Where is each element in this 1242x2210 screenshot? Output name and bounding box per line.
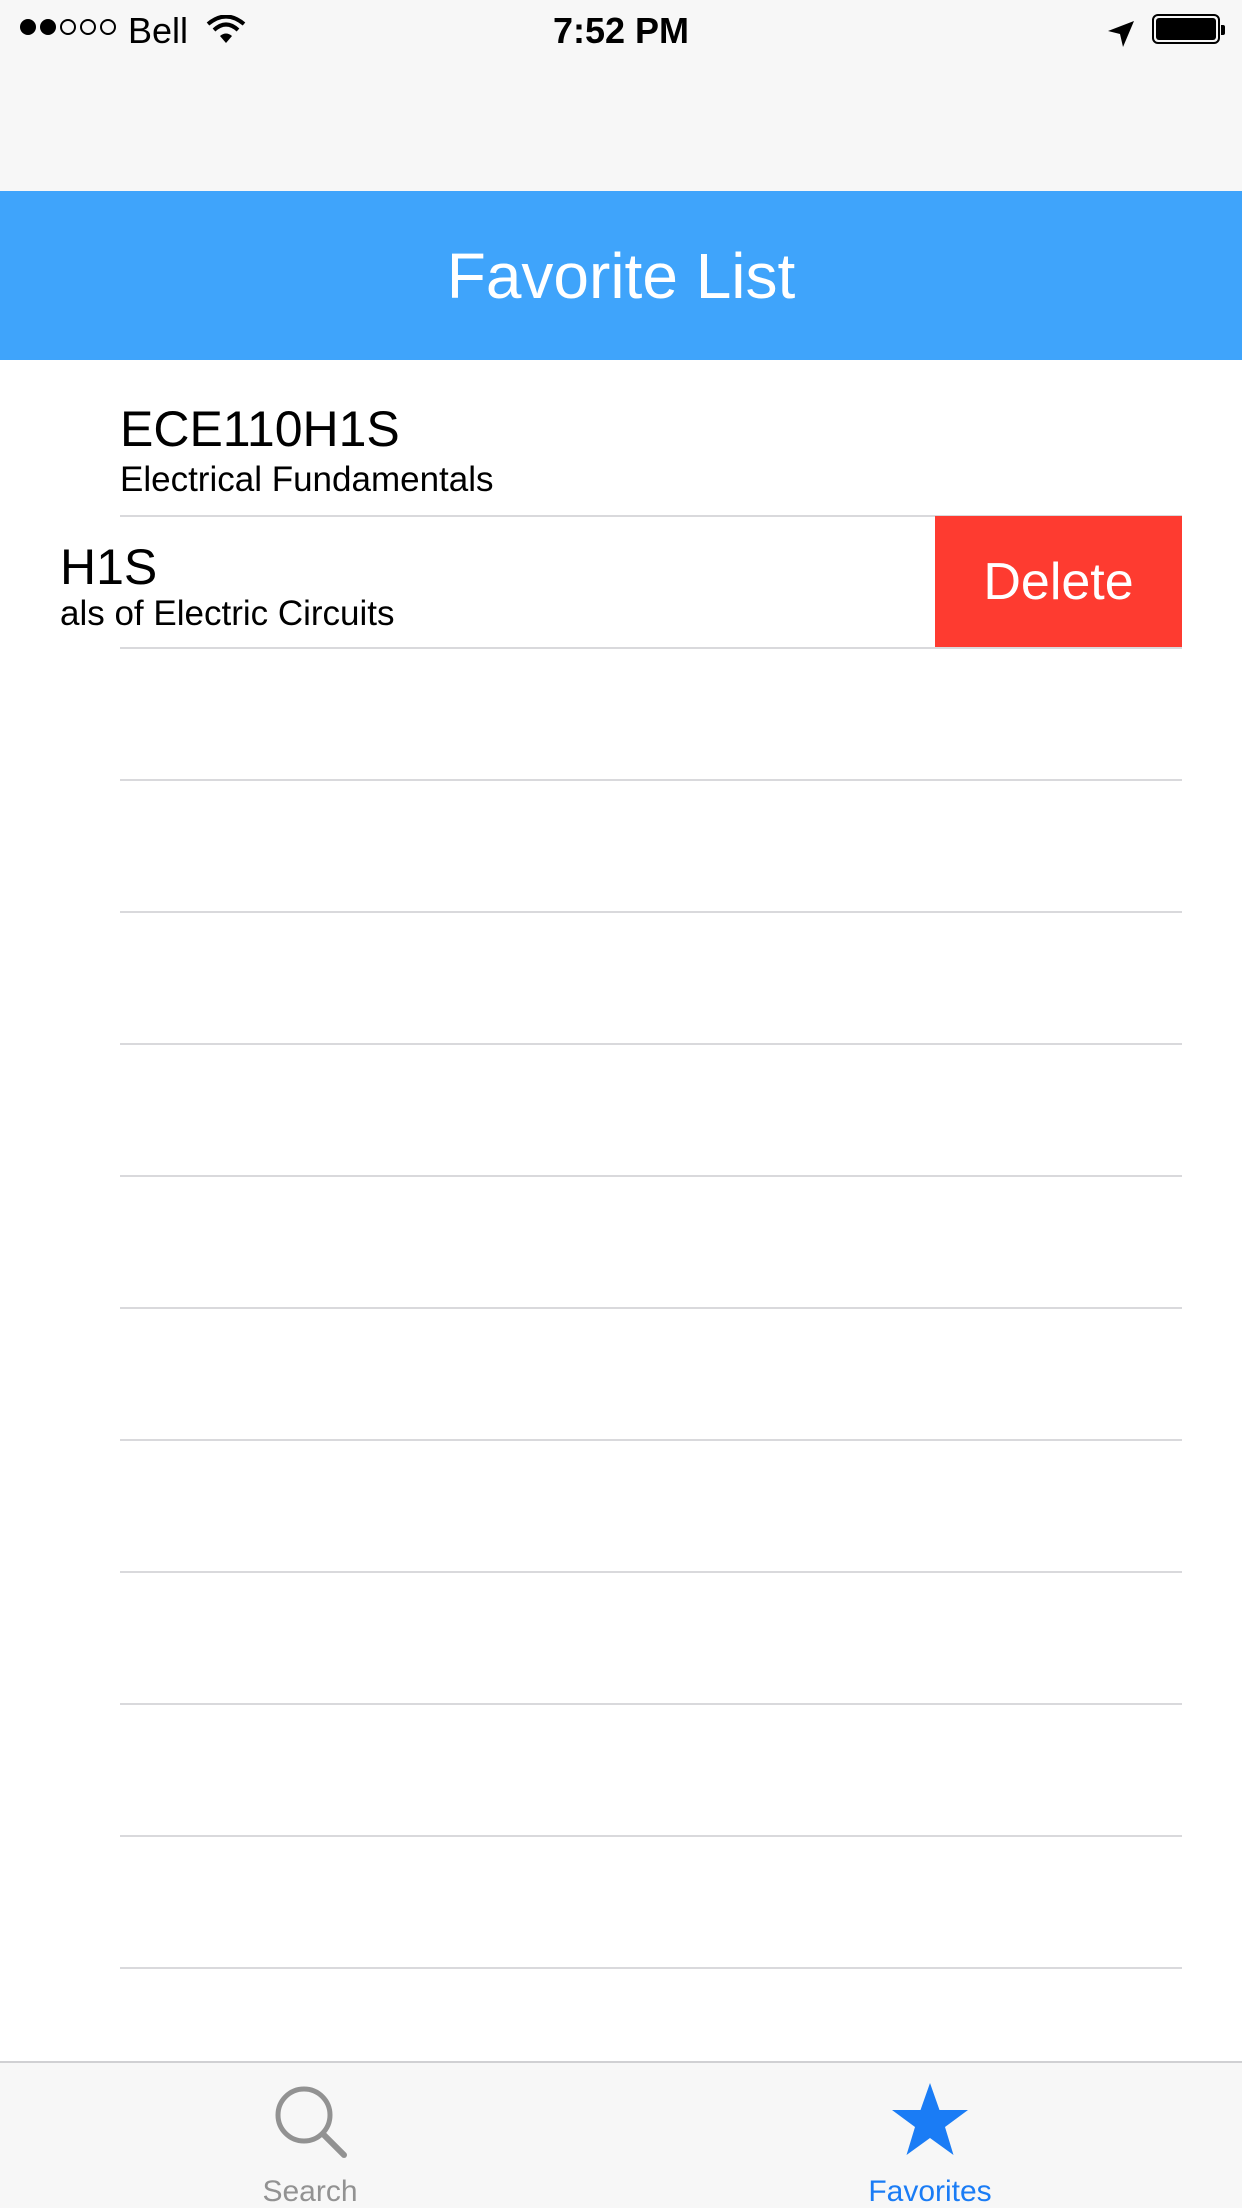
row-separator (120, 1703, 1182, 1705)
row-separator (120, 1439, 1182, 1441)
tab-favorites[interactable]: Favorites (780, 2063, 1080, 2210)
course-code: ECE110H1S (120, 401, 400, 457)
course-title: als of Electric Circuits (60, 594, 395, 633)
row-separator (120, 1967, 1182, 1969)
status-time: 7:52 PM (552, 10, 690, 51)
row-separator (120, 911, 1182, 913)
row-separator (120, 1307, 1182, 1309)
page-title: Favorite List (446, 239, 796, 312)
tab-favorites-label: Favorites (868, 2175, 992, 2208)
tab-search[interactable]: Search (160, 2063, 460, 2210)
list-item[interactable]: ECE110H1S Electrical Fundamentals (0, 360, 1242, 492)
course-code: H1S (60, 539, 158, 595)
row-separator (120, 779, 1182, 781)
status-bar: Bell 7:52 PM (0, 0, 1242, 60)
tab-bar: Search Favorites (0, 2061, 1242, 2208)
row-separator (120, 1835, 1182, 1837)
star-icon (890, 2081, 970, 2161)
nav-header: Favorite List (0, 191, 1242, 360)
delete-label: Delete (983, 552, 1134, 611)
course-title: Electrical Fundamentals (120, 460, 494, 492)
battery-icon (1152, 14, 1225, 44)
row-separator (120, 647, 1182, 649)
search-icon (270, 2081, 350, 2161)
row-separator (120, 1043, 1182, 1045)
location-arrow-icon (1106, 16, 1136, 58)
tab-search-label: Search (262, 2175, 358, 2208)
row-separator (120, 1175, 1182, 1177)
row-separator (120, 1571, 1182, 1573)
delete-button[interactable]: Delete (935, 516, 1182, 647)
